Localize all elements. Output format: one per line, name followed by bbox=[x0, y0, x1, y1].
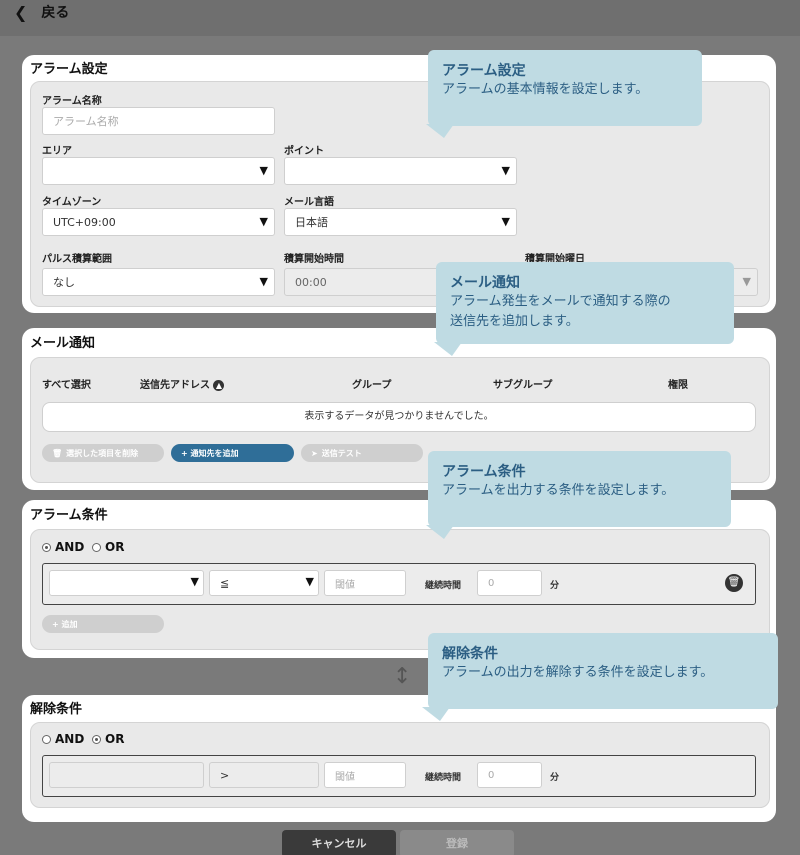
and-label: AND bbox=[55, 732, 85, 746]
empty-table-message: 表示するデータが見つかりませんでした。 bbox=[42, 402, 756, 432]
pulse-range-select[interactable]: なし ▼ bbox=[42, 268, 275, 296]
pulse-range-value: なし bbox=[53, 276, 75, 289]
trash-icon[interactable]: 🗑 bbox=[725, 574, 743, 592]
alarm-name-label: アラーム名称 bbox=[42, 96, 102, 107]
send-test-label: 送信テスト bbox=[321, 448, 362, 458]
tooltip-alarm-condition: アラーム条件 アラームを出力する条件を設定します。 bbox=[428, 451, 731, 527]
alarm-duration-input[interactable]: 0 bbox=[477, 570, 542, 596]
alarm-settings-title: アラーム設定 bbox=[30, 62, 108, 77]
duration-label: 継続時間 bbox=[425, 773, 462, 783]
and-label: AND bbox=[55, 540, 85, 554]
tooltip-body: アラームを出力する条件を設定します。 bbox=[442, 483, 675, 498]
tooltip-tail bbox=[426, 124, 454, 138]
alarm-condition-title: アラーム条件 bbox=[30, 508, 108, 523]
radio-unselected-icon bbox=[42, 734, 51, 744]
tooltip-body: アラームの出力を解除する条件を設定します。 bbox=[442, 665, 714, 680]
sort-up-icon: ▲ bbox=[213, 379, 225, 391]
tooltip-mail-notification: メール通知 アラーム発生をメールで通知する際の 送信先を追加します。 bbox=[436, 262, 734, 344]
start-time-value: 00:00 bbox=[295, 275, 327, 289]
tooltip-title: メール通知 bbox=[450, 275, 520, 291]
add-recipient-button[interactable]: + 通知先を追加 bbox=[171, 444, 294, 462]
top-bar: ❮ 戻る bbox=[0, 0, 800, 36]
radio-selected-icon bbox=[92, 734, 101, 744]
tooltip-tail bbox=[422, 707, 450, 721]
dropdown-arrow-icon: ▼ bbox=[190, 575, 199, 588]
cancel-button[interactable]: キャンセル bbox=[282, 830, 396, 855]
register-button[interactable]: 登録 bbox=[400, 830, 514, 855]
release-condition-title: 解除条件 bbox=[30, 702, 83, 717]
send-test-button[interactable]: ➤ 送信テスト bbox=[301, 444, 423, 462]
release-condition-card: 解除条件 AND OR > 閾値 継続時間 0 分 bbox=[22, 695, 776, 822]
dropdown-arrow-icon: ▼ bbox=[501, 215, 510, 228]
dropdown-arrow-icon: ▼ bbox=[742, 275, 751, 288]
back-label: 戻る bbox=[41, 5, 70, 21]
or-label: OR bbox=[105, 732, 125, 746]
tooltip-body: アラーム発生をメールで通知する際の bbox=[450, 294, 671, 309]
alarm-threshold-input[interactable]: 閾値 bbox=[324, 570, 406, 596]
point-label: ポイント bbox=[284, 146, 324, 157]
timezone-label: タイムゾーン bbox=[42, 197, 102, 208]
column-header-role: 権限 bbox=[668, 380, 688, 391]
release-duration-input[interactable]: 0 bbox=[477, 762, 542, 788]
add-condition-button[interactable]: + 追加 bbox=[42, 615, 164, 633]
chevron-left-icon: ❮ bbox=[14, 2, 28, 22]
operator-value: ≦ bbox=[220, 576, 230, 590]
dropdown-arrow-icon: ▼ bbox=[259, 215, 268, 228]
tooltip-alarm-settings: アラーム設定 アラームの基本情報を設定します。 bbox=[428, 50, 702, 126]
or-label: OR bbox=[105, 540, 125, 554]
area-label: エリア bbox=[42, 146, 72, 157]
address-header-label: 送信先アドレス bbox=[140, 380, 210, 391]
timezone-value: UTC+09:00 bbox=[53, 215, 116, 229]
release-target-select[interactable] bbox=[49, 762, 204, 788]
tooltip-title: 解除条件 bbox=[442, 646, 498, 662]
alarm-or-radio[interactable]: OR bbox=[92, 540, 124, 554]
column-header-subgroup: サブグループ bbox=[493, 380, 553, 391]
dropdown-arrow-icon: ▼ bbox=[305, 575, 314, 588]
dropdown-arrow-icon: ▼ bbox=[259, 275, 268, 288]
tooltip-tail bbox=[426, 525, 454, 539]
tooltip-body: 送信先を追加します。 bbox=[450, 314, 579, 329]
radio-selected-icon bbox=[42, 542, 51, 552]
operator-value: > bbox=[220, 768, 230, 782]
release-or-radio[interactable]: OR bbox=[92, 732, 124, 746]
alarm-name-input[interactable]: アラーム名称 bbox=[42, 107, 275, 135]
duration-unit: 分 bbox=[550, 773, 560, 783]
tooltip-title: アラーム設定 bbox=[442, 63, 526, 79]
release-and-radio[interactable]: AND bbox=[42, 732, 84, 746]
alarm-and-radio[interactable]: AND bbox=[42, 540, 84, 554]
delete-selected-button[interactable]: 🗑 選択した項目を削除 bbox=[42, 444, 164, 462]
release-operator-select[interactable]: > bbox=[209, 762, 319, 788]
tooltip-body: アラームの基本情報を設定します。 bbox=[442, 82, 649, 97]
mail-language-value: 日本語 bbox=[295, 216, 328, 229]
mail-language-select[interactable]: 日本語 ▼ bbox=[284, 208, 517, 236]
back-button[interactable]: ❮ 戻る bbox=[14, 2, 69, 22]
delete-selected-label: 選択した項目を削除 bbox=[66, 448, 139, 458]
release-threshold-input[interactable]: 閾値 bbox=[324, 762, 406, 788]
dropdown-arrow-icon: ▼ bbox=[501, 164, 510, 177]
tooltip-title: アラーム条件 bbox=[442, 464, 526, 480]
mail-language-label: メール言語 bbox=[284, 197, 334, 208]
paper-plane-icon: ➤ bbox=[311, 448, 318, 458]
timezone-select[interactable]: UTC+09:00 ▼ bbox=[42, 208, 275, 236]
alarm-target-select[interactable]: ▼ bbox=[49, 570, 204, 596]
radio-unselected-icon bbox=[92, 542, 101, 552]
start-time-label: 積算開始時間 bbox=[284, 254, 344, 265]
pulse-range-label: パルス積算範囲 bbox=[42, 254, 112, 265]
column-header-address[interactable]: 送信先アドレス ▲ bbox=[140, 376, 225, 391]
swap-vertical-icon: ↕ bbox=[393, 664, 412, 689]
column-header-group: グループ bbox=[352, 380, 392, 391]
duration-unit: 分 bbox=[550, 581, 560, 591]
mail-notification-title: メール通知 bbox=[30, 336, 96, 351]
dropdown-arrow-icon: ▼ bbox=[259, 164, 268, 177]
tooltip-release-condition: 解除条件 アラームの出力を解除する条件を設定します。 bbox=[428, 633, 778, 709]
select-all-checkbox[interactable]: すべて選択 bbox=[42, 376, 91, 391]
area-select[interactable]: ▼ bbox=[42, 157, 275, 185]
alarm-operator-select[interactable]: ≦ ▼ bbox=[209, 570, 319, 596]
tooltip-tail bbox=[434, 342, 462, 356]
point-select[interactable]: ▼ bbox=[284, 157, 517, 185]
trash-icon: 🗑 bbox=[52, 448, 63, 458]
duration-label: 継続時間 bbox=[425, 581, 462, 591]
